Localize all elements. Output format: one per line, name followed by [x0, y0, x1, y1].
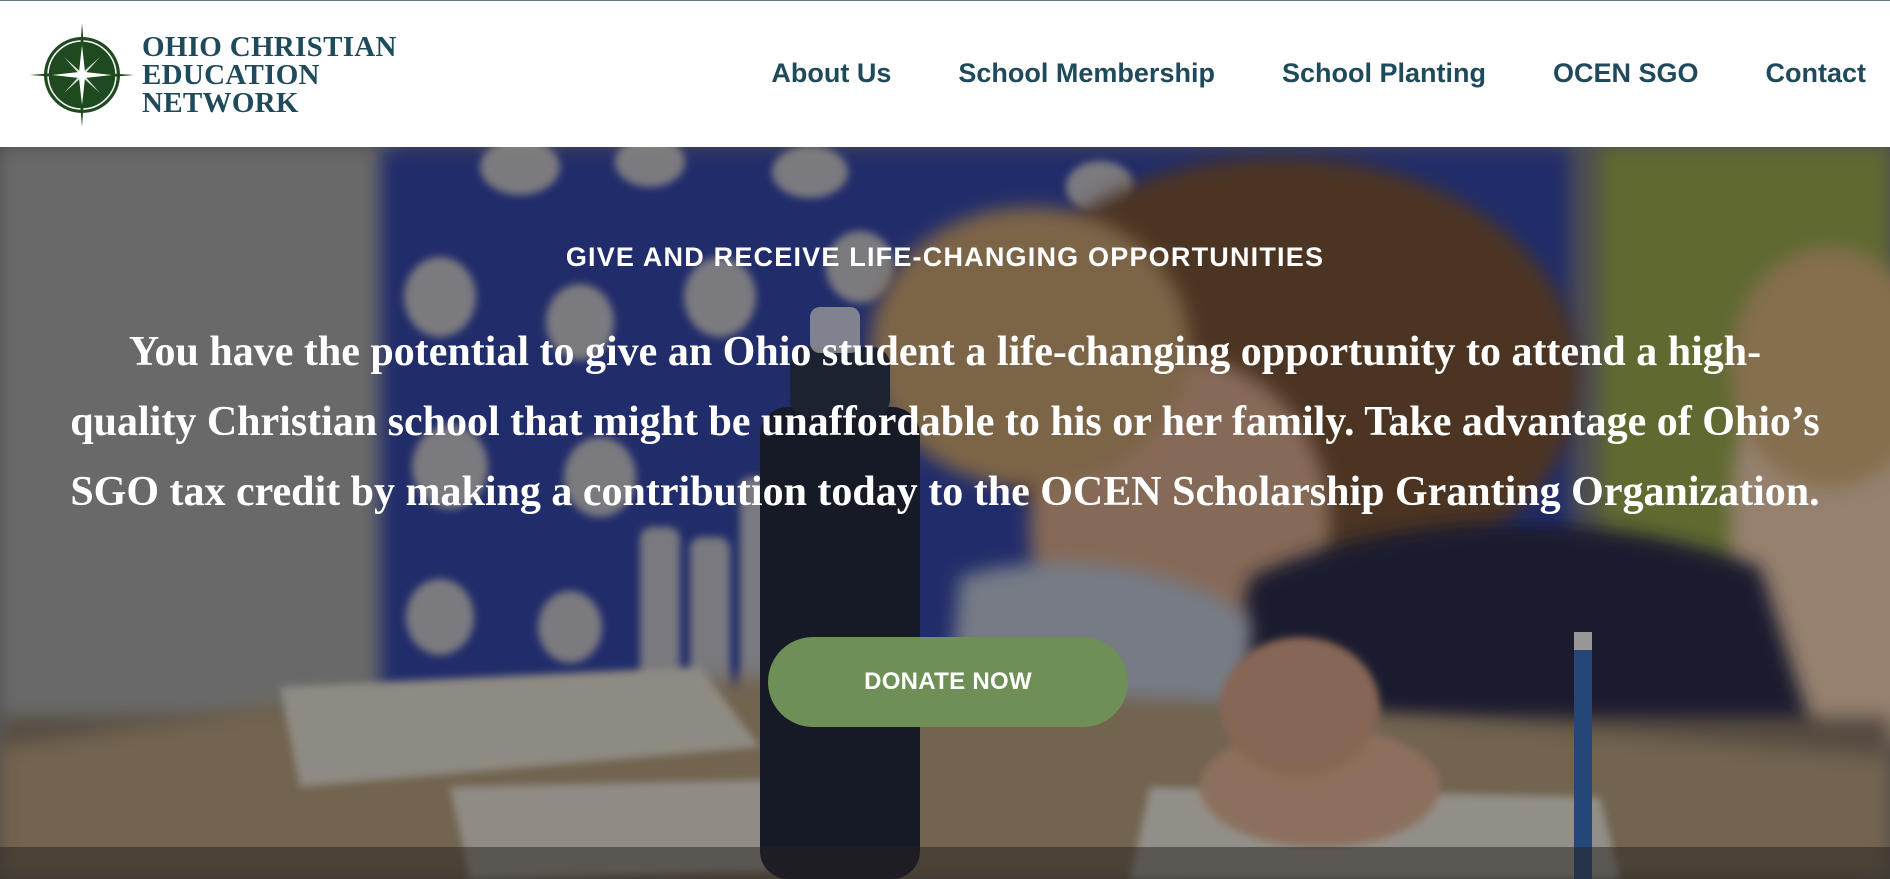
logo-wordmark: OHIO CHRISTIAN EDUCATION NETWORK [142, 31, 397, 119]
nav-item-ocen-sgo[interactable]: OCEN SGO [1553, 55, 1699, 91]
donate-now-button[interactable]: DONATE NOW [768, 637, 1128, 727]
logo-line-2: EDUCATION [142, 59, 320, 91]
compass-star-icon [30, 23, 134, 127]
hero-eyebrow: GIVE AND RECEIVE LIFE-CHANGING OPPORTUNI… [565, 242, 1325, 272]
nav-item-school-membership[interactable]: School Membership [958, 55, 1215, 91]
nav-item-contact[interactable]: Contact [1766, 55, 1867, 91]
nav-item-about-us[interactable]: About Us [771, 55, 891, 91]
site-header: OHIO CHRISTIAN EDUCATION NETWORK About U… [0, 1, 1890, 147]
logo-line-1: OHIO CHRISTIAN [142, 31, 397, 63]
nav-item-school-planting[interactable]: School Planting [1282, 55, 1486, 91]
hero-section: GIVE AND RECEIVE LIFE-CHANGING OPPORTUNI… [0, 147, 1890, 879]
main-nav: About Us School Membership School Planti… [704, 55, 1866, 91]
hero-headline: You have the potential to give an Ohio s… [70, 329, 1820, 515]
logo-line-3: NETWORK [142, 87, 299, 119]
site-logo[interactable]: OHIO CHRISTIAN EDUCATION NETWORK [30, 23, 397, 127]
